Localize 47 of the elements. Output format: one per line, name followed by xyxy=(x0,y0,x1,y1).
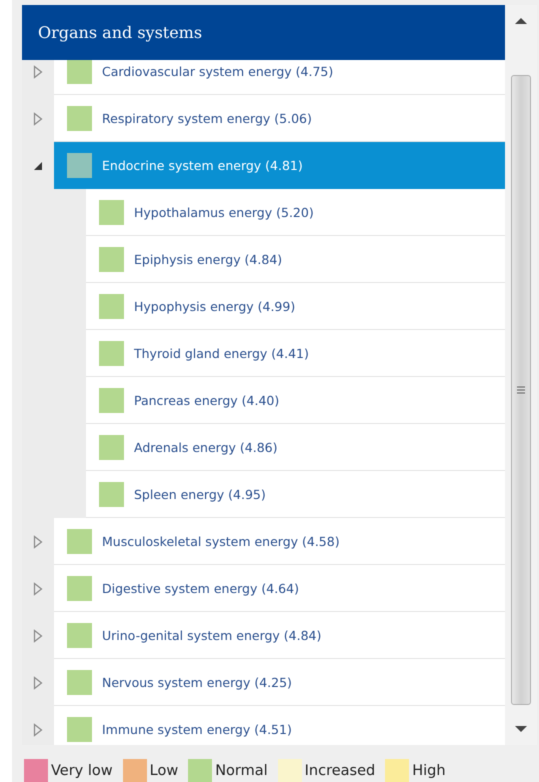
item-label: Hypophysis energy (4.99) xyxy=(134,298,296,314)
item-label: Pancreas energy (4.40) xyxy=(134,392,280,408)
expand-triangle-icon[interactable] xyxy=(33,722,43,736)
item-label: Hypothalamus energy (5.20) xyxy=(134,204,314,220)
tree-item[interactable]: Epiphysis energy (4.84) xyxy=(86,236,505,283)
item-label: Cardiovascular system energy (4.75) xyxy=(102,64,334,78)
item-label: Epiphysis energy (4.84) xyxy=(134,252,282,266)
scroll-up-icon[interactable] xyxy=(515,17,527,25)
tree-item[interactable]: Hypothalamus energy (5.20) xyxy=(86,189,505,236)
item-label: Endocrine system energy (4.81) xyxy=(102,158,303,172)
tree-item[interactable]: Spleen energy (4.95) xyxy=(86,471,505,518)
item-label: Immune system energy (4.51) xyxy=(102,722,292,736)
expand-triangle-icon[interactable] xyxy=(33,628,43,642)
expand-triangle-icon[interactable] xyxy=(33,112,43,126)
tree-item[interactable]: Musculoskeletal system energy (4.58) xyxy=(54,518,505,565)
legend-label: Low xyxy=(150,763,178,779)
item-label: Respiratory system energy (5.06) xyxy=(102,110,312,126)
tree-item[interactable]: Hypophysis energy (4.99) xyxy=(86,283,505,330)
tree-item[interactable]: Adrenals energy (4.86) xyxy=(86,424,505,471)
scroll-thumb[interactable] xyxy=(511,75,531,705)
tree-item[interactable]: Digestive system energy (4.64) xyxy=(54,565,505,612)
legend-label: Very low xyxy=(51,763,113,779)
item-label: Musculoskeletal system energy (4.58) xyxy=(102,534,340,548)
panel-title: Organs and systems xyxy=(38,23,202,42)
expand-triangle-icon[interactable] xyxy=(33,676,43,690)
grip-icon xyxy=(516,385,526,395)
item-label: Spleen energy (4.95) xyxy=(134,486,266,502)
tree-item[interactable]: Cardiovascular system energy (4.75) xyxy=(54,60,505,95)
tree-item[interactable]: Immune system energy (4.51) xyxy=(54,706,505,745)
expand-triangle-icon[interactable] xyxy=(33,582,43,596)
item-label: Thyroid gland energy (4.41) xyxy=(134,346,309,360)
legend-label: Increased xyxy=(304,763,376,779)
expand-triangle-icon[interactable] xyxy=(33,64,43,78)
legend-label: High xyxy=(412,763,446,779)
tree-item[interactable]: Urino-genital system energy (4.84) xyxy=(54,612,505,659)
item-label: Nervous system energy (4.25) xyxy=(102,674,292,690)
item-label: Adrenals energy (4.86) xyxy=(134,440,278,454)
tree-item[interactable]: Nervous system energy (4.25) xyxy=(54,659,505,706)
item-label: Urino-genital system energy (4.84) xyxy=(102,628,322,642)
tree-item[interactable]: Respiratory system energy (5.06) xyxy=(54,95,505,142)
tree-item[interactable]: Thyroid gland energy (4.41) xyxy=(86,330,505,377)
item-label: Digestive system energy (4.64) xyxy=(102,580,299,596)
expand-triangle-icon[interactable] xyxy=(33,534,43,548)
legend-label: Normal xyxy=(215,763,268,779)
tree-item[interactable]: Endocrine system energy (4.81) xyxy=(54,142,505,189)
tree-item[interactable]: Pancreas energy (4.40) xyxy=(86,377,505,424)
scroll-down-icon[interactable] xyxy=(515,725,527,733)
